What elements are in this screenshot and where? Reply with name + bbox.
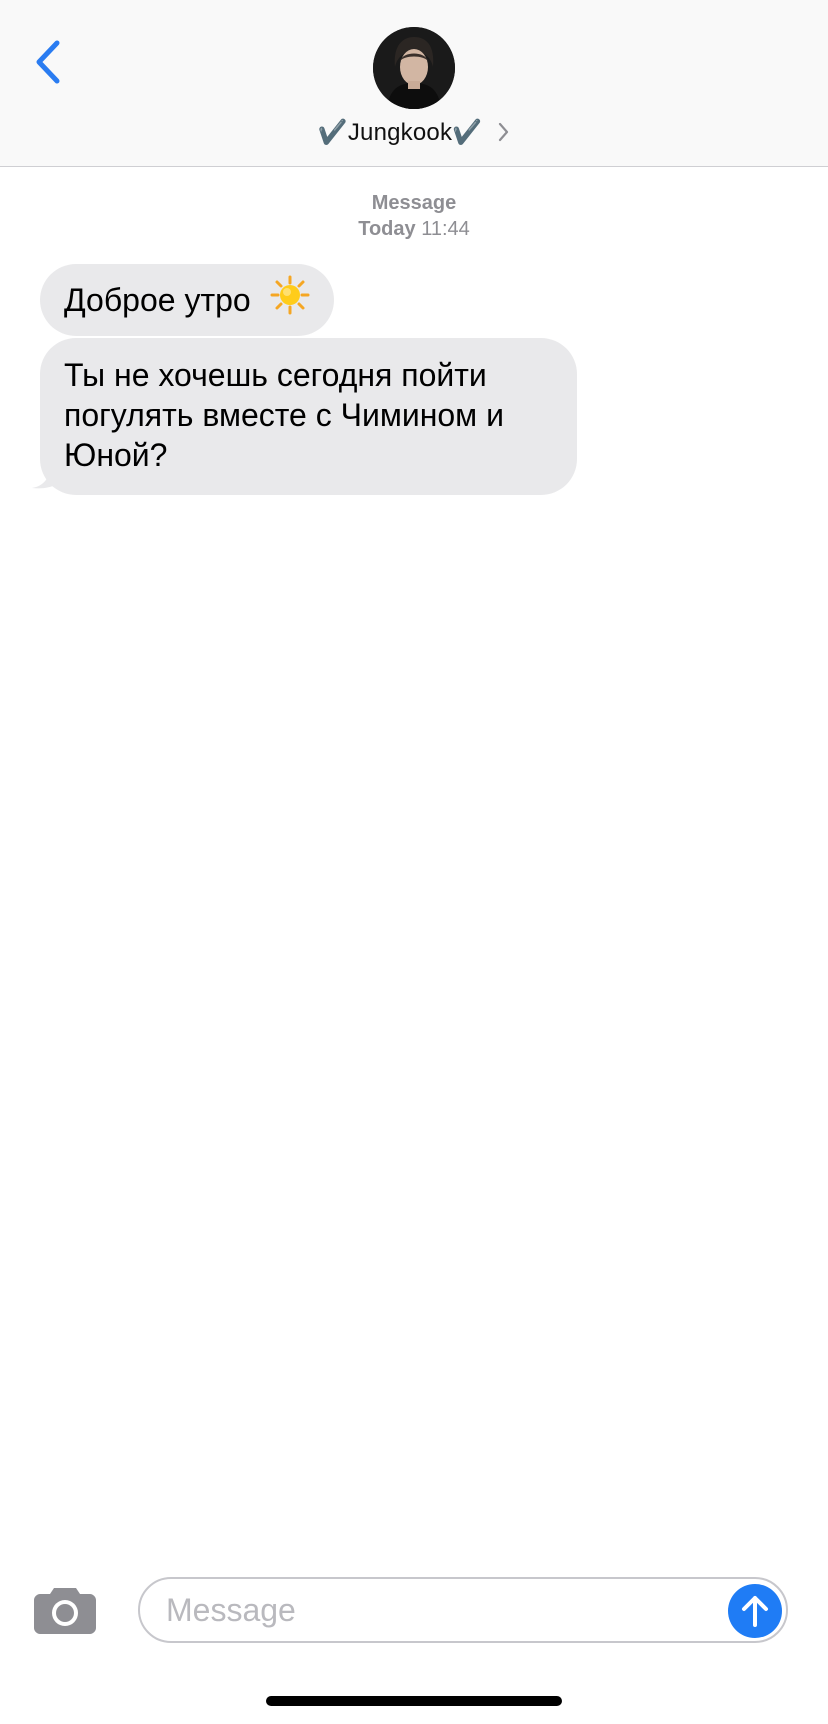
chevron-right-icon	[498, 122, 510, 142]
contact-name-row[interactable]: ✔️Jungkook✔️	[0, 112, 828, 152]
message-text: Доброе утро	[64, 282, 251, 318]
chevron-left-icon	[36, 40, 60, 84]
timestamp-day: Today	[358, 218, 416, 240]
bubble-tail	[32, 462, 68, 489]
send-button[interactable]	[728, 1584, 782, 1638]
contact-name: ✔️Jungkook✔️	[317, 118, 483, 146]
camera-icon	[34, 1588, 96, 1634]
home-indicator[interactable]	[266, 1696, 562, 1706]
incoming-message-bubble[interactable]: Доброе утро	[40, 264, 334, 336]
timestamp-time: 11:44	[421, 218, 470, 240]
conversation-header: ✔️Jungkook✔️	[0, 0, 828, 167]
avatar-photo	[373, 27, 455, 109]
message-timestamp: Today 11:44	[0, 218, 828, 241]
service-label: Message	[371, 192, 457, 214]
message-input-container	[138, 1577, 788, 1643]
camera-button[interactable]	[34, 1584, 96, 1634]
messages-screen: ✔️Jungkook✔️ Message Today 11:44 Доброе …	[0, 0, 828, 1724]
arrow-up-icon	[742, 1596, 768, 1627]
back-button[interactable]	[28, 34, 68, 90]
sun-emoji	[270, 275, 310, 324]
contact-avatar[interactable]	[373, 27, 455, 109]
message-input[interactable]	[166, 1579, 706, 1641]
incoming-message-bubble[interactable]: Ты не хочешь сегодня пойти погулять вмес…	[40, 338, 577, 495]
